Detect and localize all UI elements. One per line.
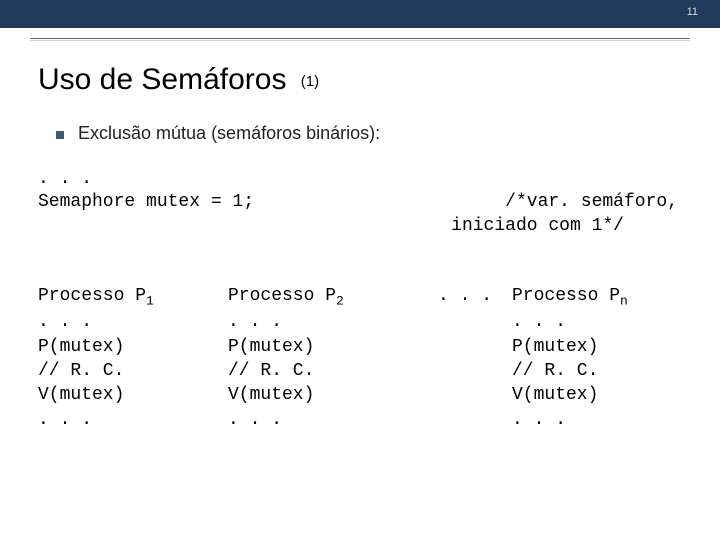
process-col-1: Processo P1 . . . P(mutex) // R. C. V(mu… <box>38 284 228 432</box>
process-col-2: Processo P2 . . . P(mutex) // R. C. V(mu… <box>228 284 438 432</box>
title-suffix: (1) <box>301 73 319 90</box>
decl-dots: . . . <box>38 168 682 191</box>
square-bullet-icon <box>56 131 64 139</box>
process-columns: Processo P1 . . . P(mutex) // R. C. V(mu… <box>38 284 682 432</box>
comment-block: /*var. semáforo, iniciado com 1*/ <box>451 191 682 238</box>
slide-title: Uso de Semáforos (1) <box>38 63 682 97</box>
declaration-block: . . . Semaphore mutex = 1; /*var. semáfo… <box>38 168 682 238</box>
process-ellipsis: . . . <box>438 284 512 432</box>
header-bar: 11 <box>0 0 720 28</box>
decl-line: Semaphore mutex = 1; <box>38 191 254 214</box>
bullet-item: Exclusão mútua (semáforos binários): <box>56 123 682 144</box>
title-main: Uso de Semáforos <box>38 63 286 96</box>
page-number: 11 <box>687 6 698 18</box>
slide-content: Uso de Semáforos (1) Exclusão mútua (sem… <box>0 41 720 432</box>
rule-dark <box>30 38 690 39</box>
process-col-n: Processo Pn . . . P(mutex) // R. C. V(mu… <box>512 284 628 432</box>
bullet-text: Exclusão mútua (semáforos binários): <box>78 123 380 144</box>
